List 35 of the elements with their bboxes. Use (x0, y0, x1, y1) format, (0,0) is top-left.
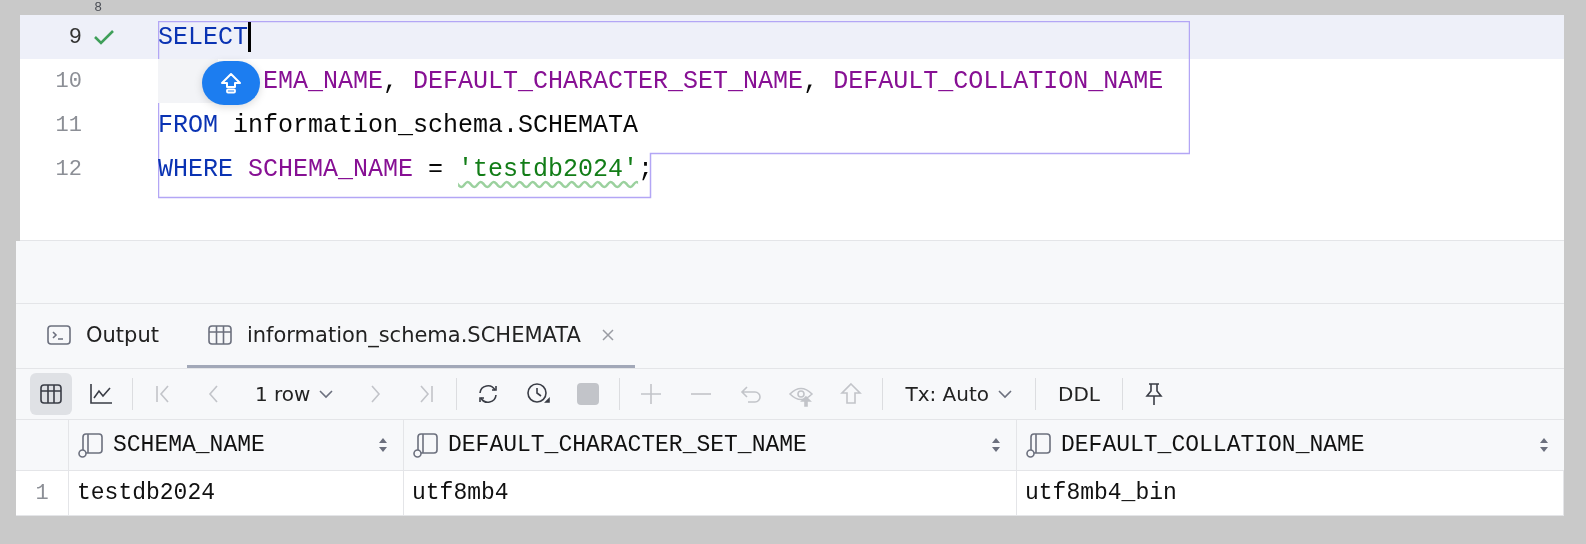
column-icon (412, 431, 440, 459)
line-number: 11 (54, 112, 82, 138)
chevron-down-icon (997, 389, 1014, 399)
ddl-button[interactable]: DDL (1046, 373, 1112, 415)
code-line: WHERE SCHEMA_NAME = 'testdb2024'; (158, 154, 654, 184)
close-icon[interactable] (600, 327, 615, 342)
table-cell: testdb2024 (69, 471, 404, 515)
table-icon (206, 322, 233, 347)
column-header[interactable]: DEFAULT_CHARACTER_SET_NAME (404, 420, 1017, 470)
line-number: 10 (54, 68, 82, 94)
column-header[interactable]: DEFAULT_COLLATION_NAME (1017, 420, 1564, 470)
console-icon (46, 322, 72, 347)
sort-icon[interactable] (990, 436, 1002, 454)
column-icon (1025, 431, 1053, 459)
row-number: 1 (16, 471, 69, 515)
result-tab[interactable]: information_schema.SCHEMATA (186, 304, 635, 368)
line-number: 9 (67, 24, 82, 50)
code-line: SELECT (158, 22, 248, 52)
arrow-up-icon (219, 71, 243, 95)
dropdown-button[interactable]: 1 row (243, 373, 347, 415)
move-up-button[interactable] (202, 61, 260, 105)
chevron-down-icon (318, 389, 335, 399)
code-line: EMA_NAME, DEFAULT_CHARACTER_SET_NAME, DEFAULT_COLLATION_NAME (263, 66, 1164, 96)
dropdown-button[interactable]: Tx: Auto (893, 373, 1026, 415)
grid-button[interactable] (30, 373, 72, 415)
column-icon (77, 431, 105, 459)
table-cell: utf8mb4_bin (1017, 471, 1564, 515)
sort-icon[interactable] (1538, 436, 1550, 454)
sort-icon[interactable] (377, 436, 389, 454)
column-header[interactable]: SCHEMA_NAME (69, 420, 404, 470)
table-cell: utf8mb4 (404, 471, 1017, 515)
line-number: 8 (93, 0, 102, 14)
code-line: FROM information_schema.SCHEMATA (158, 110, 639, 140)
line-number: 12 (54, 156, 82, 182)
result-tab[interactable]: Output (42, 304, 163, 368)
